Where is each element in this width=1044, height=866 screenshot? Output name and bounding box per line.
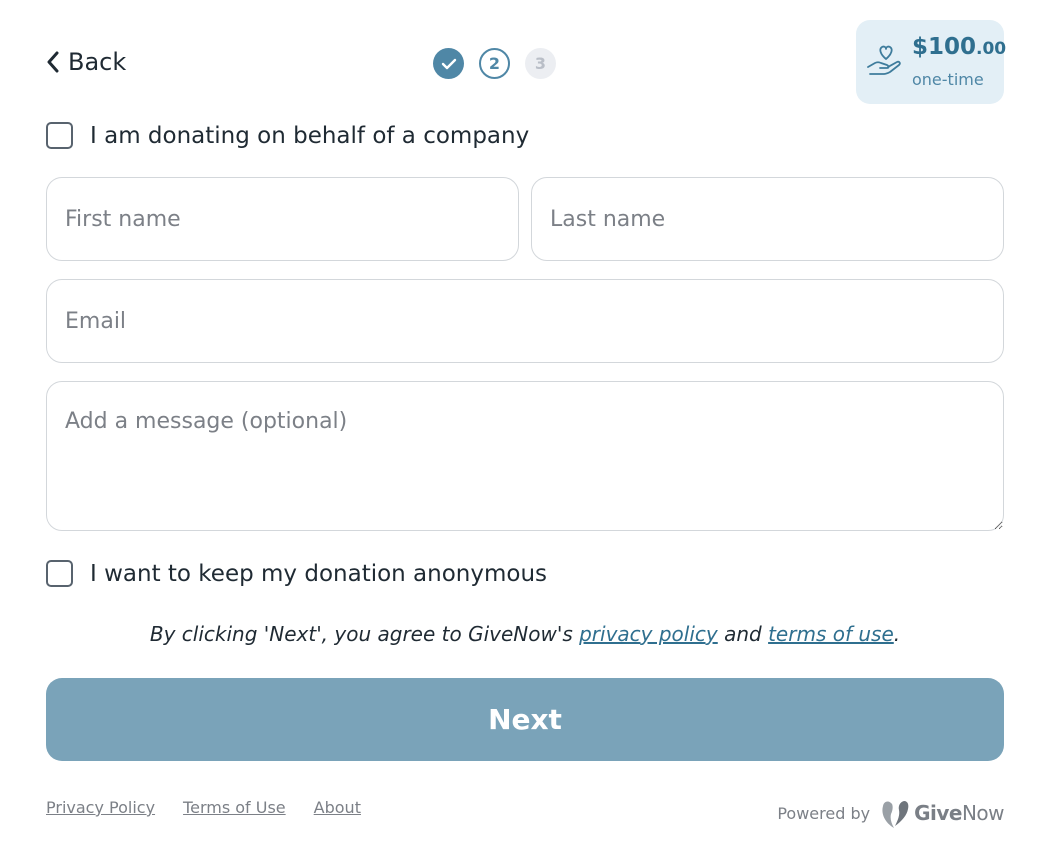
company-checkbox[interactable] (46, 122, 73, 149)
powered-by: Powered by GiveNow (777, 796, 1005, 830)
first-name-input[interactable] (46, 177, 519, 261)
chevron-left-icon (47, 51, 59, 73)
givenow-brand[interactable]: GiveNow (880, 796, 1005, 830)
donation-frequency: one-time (912, 70, 984, 89)
step-1-complete (433, 48, 464, 79)
step-3-upcoming: 3 (525, 48, 556, 79)
consent-prefix: By clicking 'Next', you agree to GiveNow… (149, 622, 580, 646)
brand-now: Now (961, 801, 1005, 825)
donation-amount: $100.00 (912, 34, 1006, 60)
footer-terms-of-use-link[interactable]: Terms of Use (183, 798, 286, 817)
next-button[interactable]: Next (46, 678, 1004, 761)
consent-text: By clicking 'Next', you agree to GiveNow… (46, 622, 1004, 646)
back-label: Back (68, 48, 127, 76)
anonymous-donation-option[interactable]: I want to keep my donation anonymous (46, 560, 547, 587)
step-indicator: 2 3 (433, 48, 556, 79)
step-2-current: 2 (479, 48, 510, 79)
brand-give: Give (914, 801, 962, 825)
email-input[interactable] (46, 279, 1004, 363)
powered-by-label: Powered by (777, 803, 871, 823)
anonymous-checkbox[interactable] (46, 560, 73, 587)
privacy-policy-link[interactable]: privacy policy (579, 622, 718, 646)
company-checkbox-label: I am donating on behalf of a company (90, 122, 530, 149)
givenow-wordmark: GiveNow (914, 801, 1004, 825)
terms-of-use-link[interactable]: terms of use (768, 622, 894, 646)
heart-in-hand-icon (867, 45, 901, 75)
footer-links: Privacy Policy Terms of Use About (46, 798, 361, 817)
amount-whole: $100 (912, 34, 977, 60)
consent-middle: and (717, 622, 769, 646)
last-name-input[interactable] (531, 177, 1004, 261)
back-button[interactable]: Back (46, 44, 126, 80)
consent-suffix: . (893, 622, 901, 646)
footer-privacy-policy-link[interactable]: Privacy Policy (46, 798, 155, 817)
donation-amount-card: $100.00 one-time (856, 20, 1006, 104)
amount-cents: .00 (976, 39, 1007, 59)
givenow-logo-icon (882, 801, 909, 828)
company-donation-option[interactable]: I am donating on behalf of a company (46, 122, 529, 149)
footer-about-link[interactable]: About (314, 798, 361, 817)
checkmark-icon (441, 58, 456, 69)
message-textarea[interactable] (46, 381, 1004, 531)
anonymous-checkbox-label: I want to keep my donation anonymous (90, 560, 548, 587)
